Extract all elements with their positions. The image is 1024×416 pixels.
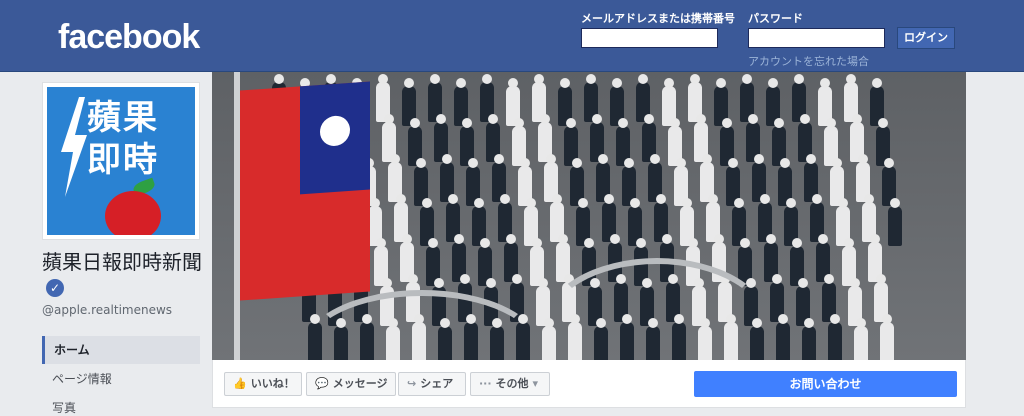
profile-logo-text: 蘋果 即時: [87, 98, 159, 180]
soldier-figure: [854, 318, 868, 360]
profile-picture[interactable]: 蘋果 即時: [42, 82, 200, 240]
flag-canton: [300, 81, 370, 195]
soldier-figure: [880, 314, 894, 360]
share-arrow-icon: ↪: [407, 377, 417, 390]
more-button[interactable]: ··· その他 ▾: [470, 372, 550, 396]
soldier-figure: [888, 198, 902, 246]
password-input[interactable]: [748, 28, 885, 48]
share-button[interactable]: ↪ シェア: [398, 372, 466, 396]
profile-logo-image: 蘋果 即時: [47, 87, 195, 235]
nav-item-home[interactable]: ホーム: [42, 336, 200, 364]
nav-item-about[interactable]: ページ情報: [42, 365, 200, 393]
page-action-bar: 👍 いいね！ 💬 メッセージ ↪ シェア ··· その他 ▾ お問い合わせ: [212, 360, 966, 408]
soldier-figure: [828, 314, 842, 360]
nav-item-photos[interactable]: 写真: [42, 394, 200, 416]
page-handle[interactable]: @apple.realtimenews: [42, 303, 172, 317]
thumbs-up-icon: 👍: [233, 377, 247, 390]
taiwan-flag: [240, 81, 370, 301]
soldier-figure: [802, 318, 816, 360]
facebook-logo[interactable]: facebook: [58, 18, 200, 57]
email-label: メールアドレスまたは携帯番号: [581, 12, 735, 25]
page-title-text: 蘋果日報即時新聞: [42, 250, 202, 274]
login-button[interactable]: ログイン: [897, 27, 955, 49]
like-button[interactable]: 👍 いいね！: [224, 372, 302, 396]
forgot-account-link[interactable]: アカウントを忘れた場合: [748, 53, 869, 69]
messenger-icon: 💬: [315, 377, 329, 390]
ellipsis-icon: ···: [479, 377, 492, 390]
chevron-down-icon: ▾: [532, 377, 539, 390]
message-button[interactable]: 💬 メッセージ: [306, 372, 396, 396]
cover-photo[interactable]: [212, 72, 966, 360]
contact-button[interactable]: お問い合わせ: [694, 371, 957, 397]
flag-sun-icon: [320, 114, 350, 147]
verified-badge-icon: ✓: [46, 278, 64, 297]
top-navigation-bar: facebook メールアドレスまたは携帯番号 パスワード ログイン アカウント…: [0, 0, 1024, 72]
lightning-bolt-icon: [61, 97, 87, 197]
soldier-figure: [776, 314, 790, 360]
page-title: 蘋果日報即時新聞 ✓: [42, 250, 207, 298]
email-input[interactable]: [581, 28, 718, 48]
password-label: パスワード: [748, 12, 803, 25]
apple-shape: [105, 191, 161, 235]
